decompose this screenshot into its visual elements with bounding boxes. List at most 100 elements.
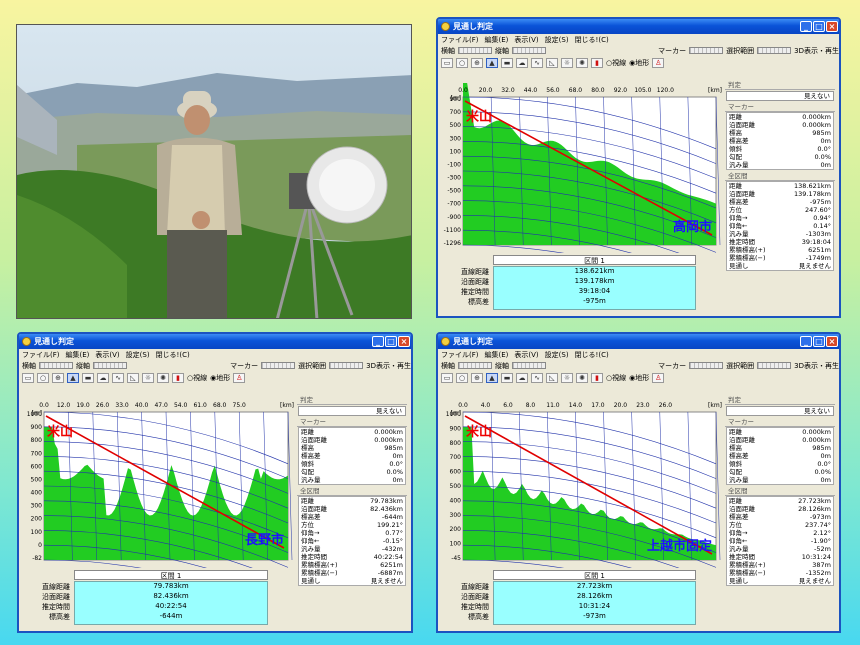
- person-icon[interactable]: ♙: [652, 372, 665, 383]
- person-icon[interactable]: ♙: [652, 57, 665, 68]
- menu-item[interactable]: ファイル(F): [22, 350, 60, 360]
- menu-item[interactable]: 編集(E): [485, 35, 509, 45]
- marker-slider[interactable]: [689, 362, 724, 369]
- sun2-icon[interactable]: ✺: [157, 372, 169, 383]
- flat-view-icon[interactable]: ▬: [501, 372, 513, 383]
- rect-tool-icon[interactable]: ▭: [441, 57, 453, 68]
- zoom-tool-icon[interactable]: ⊕: [52, 372, 64, 383]
- marker-slider[interactable]: [689, 47, 724, 54]
- terrain-view-icon[interactable]: ▲: [486, 372, 498, 383]
- close-button[interactable]: ×: [826, 21, 838, 32]
- sight-radio[interactable]: ○視線: [606, 58, 626, 68]
- y-tick-label: 1000: [27, 411, 42, 418]
- full-row: 沿面距離 82.436km: [299, 505, 405, 513]
- sun2-icon[interactable]: ✺: [576, 57, 588, 68]
- close-button[interactable]: ×: [826, 336, 838, 347]
- horizontal-axis-slider[interactable]: [458, 47, 492, 54]
- marker-row: 傾斜 0.0°: [727, 460, 833, 468]
- cloud-view-icon[interactable]: ☁: [516, 57, 528, 68]
- profile-plot[interactable]: [m] [km] 1000 900 800 700 600 500 400 300 200 100 0-…: [22, 398, 296, 627]
- rect-tool-icon[interactable]: ▭: [441, 372, 453, 383]
- minimize-button[interactable]: _: [800, 21, 812, 32]
- terrain-radio[interactable]: ◉地形: [210, 373, 230, 383]
- menu-item[interactable]: 表示(V): [514, 35, 538, 45]
- slope-view-icon[interactable]: ◺: [546, 57, 558, 68]
- maximize-button[interactable]: □: [813, 336, 825, 347]
- x-tick-label: 54.0: [174, 402, 188, 409]
- person-icon[interactable]: ♙: [233, 372, 246, 383]
- cloud-view-icon[interactable]: ☁: [97, 372, 109, 383]
- slope-view-icon[interactable]: ◺: [127, 372, 139, 383]
- sun-icon[interactable]: ☼: [561, 372, 573, 383]
- x-tick-label: 14.0: [569, 402, 583, 409]
- menu-item[interactable]: 設定(S): [126, 350, 150, 360]
- menu-item[interactable]: 設定(S): [545, 350, 569, 360]
- range-slider[interactable]: [329, 362, 364, 369]
- minimize-button[interactable]: _: [372, 336, 384, 347]
- cloud-view-icon[interactable]: ☁: [516, 372, 528, 383]
- terrain-radio[interactable]: ◉地形: [629, 58, 649, 68]
- title-bar[interactable]: 見通し判定 _ □ ×: [438, 19, 839, 34]
- marker-slider[interactable]: [261, 362, 296, 369]
- terrain-view-icon[interactable]: ▲: [486, 57, 498, 68]
- horizontal-axis-label: 横軸: [441, 46, 455, 55]
- sight-radio[interactable]: ○視線: [187, 373, 207, 383]
- menu-item[interactable]: 設定(S): [545, 35, 569, 45]
- zoom-tool-icon[interactable]: ⊕: [471, 57, 483, 68]
- rect-tool-icon[interactable]: ▭: [22, 372, 34, 383]
- horizontal-axis-slider[interactable]: [39, 362, 73, 369]
- menu-item[interactable]: ファイル(F): [441, 35, 479, 45]
- title-bar[interactable]: 見通し判定 _ □ ×: [19, 334, 411, 349]
- menu-item[interactable]: ファイル(F): [441, 350, 479, 360]
- menu-item[interactable]: 表示(V): [95, 350, 119, 360]
- summary-key: 標高差: [468, 613, 489, 621]
- full-row: 仰角→ 0.77°: [299, 529, 405, 537]
- thermometer-icon[interactable]: ▮: [591, 372, 603, 383]
- sun-icon[interactable]: ☼: [561, 57, 573, 68]
- slope-view-icon[interactable]: ◺: [546, 372, 558, 383]
- range-slider[interactable]: [757, 47, 792, 54]
- thermometer-icon[interactable]: ▮: [172, 372, 184, 383]
- menu-item[interactable]: 閉じる!(C): [575, 350, 609, 360]
- maximize-button[interactable]: □: [813, 21, 825, 32]
- vertical-axis-slider[interactable]: [512, 47, 546, 54]
- sun2-icon[interactable]: ✺: [576, 372, 588, 383]
- vertical-axis-slider[interactable]: [512, 362, 546, 369]
- menu-item[interactable]: 編集(E): [485, 350, 509, 360]
- menu-item[interactable]: 編集(E): [66, 350, 90, 360]
- flat-view-icon[interactable]: ▬: [501, 57, 513, 68]
- circle-tool-icon[interactable]: ○: [37, 372, 49, 383]
- summary-value: 10:31:24: [578, 602, 611, 610]
- vertical-axis-slider[interactable]: [93, 362, 127, 369]
- curve-view-icon[interactable]: ∿: [112, 372, 124, 383]
- thermometer-icon[interactable]: ▮: [591, 57, 603, 68]
- terrain-view-icon[interactable]: ▲: [67, 372, 79, 383]
- circle-tool-icon[interactable]: ○: [456, 57, 468, 68]
- profile-plot[interactable]: [m] [km] 1000 900 800 700 600 500 400 300 200 100 -4…: [441, 398, 724, 627]
- terrain-radio[interactable]: ◉地形: [629, 373, 649, 383]
- range-slider[interactable]: [757, 362, 792, 369]
- play-3d-button[interactable]: 3D表示・再生: [366, 361, 411, 371]
- marker-row: 汎み量 0m: [727, 476, 833, 484]
- full-row: 距離 79.783km: [299, 497, 405, 505]
- zoom-tool-icon[interactable]: ⊕: [471, 372, 483, 383]
- curve-view-icon[interactable]: ∿: [531, 372, 543, 383]
- title-bar[interactable]: 見通し判定 _ □ ×: [438, 334, 839, 349]
- play-3d-button[interactable]: 3D表示・再生: [794, 361, 839, 371]
- curve-view-icon[interactable]: ∿: [531, 57, 543, 68]
- marker-row: 標高差 0m: [727, 137, 833, 145]
- profile-plot[interactable]: [m] [km] 900 700 500 300 100 -100 -300 -500 -700 -9…: [441, 83, 724, 312]
- flat-view-icon[interactable]: ▬: [82, 372, 94, 383]
- sun-icon[interactable]: ☼: [142, 372, 154, 383]
- x-tick-label: 92.0: [614, 87, 628, 94]
- minimize-button[interactable]: _: [800, 336, 812, 347]
- close-button[interactable]: ×: [398, 336, 410, 347]
- play-3d-button[interactable]: 3D表示・再生: [794, 46, 839, 56]
- circle-tool-icon[interactable]: ○: [456, 372, 468, 383]
- menu-item[interactable]: 閉じる!(C): [575, 35, 609, 45]
- menu-item[interactable]: 閉じる!(C): [156, 350, 190, 360]
- horizontal-axis-slider[interactable]: [458, 362, 492, 369]
- maximize-button[interactable]: □: [385, 336, 397, 347]
- menu-item[interactable]: 表示(V): [514, 350, 538, 360]
- sight-radio[interactable]: ○視線: [606, 373, 626, 383]
